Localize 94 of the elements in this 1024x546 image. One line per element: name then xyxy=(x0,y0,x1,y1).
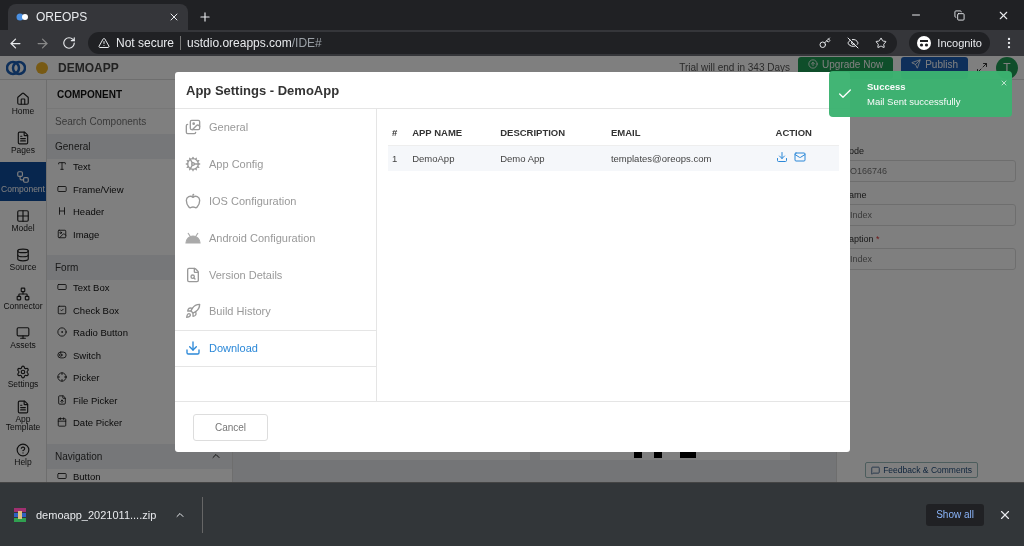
android-icon xyxy=(185,231,201,244)
calendar-icon xyxy=(57,417,67,427)
star-icon[interactable] xyxy=(875,37,888,49)
textbox-icon xyxy=(57,282,67,292)
trial-notice: Trial will end in 343 Days xyxy=(679,62,791,73)
send-icon xyxy=(911,58,922,69)
nav-rail-item[interactable]: Settings xyxy=(0,357,46,396)
table-cell: 1 xyxy=(388,145,409,171)
app-name: DEMOAPP xyxy=(58,60,119,75)
palette-item[interactable]: File Picker xyxy=(47,392,232,415)
archive-icon xyxy=(14,507,26,522)
apple-icon xyxy=(185,193,201,209)
field-label: ode xyxy=(848,146,866,156)
table-cell: DemoApp xyxy=(408,145,497,171)
reload-icon[interactable] xyxy=(62,36,76,50)
column-header: # xyxy=(388,121,409,145)
field-label: ame xyxy=(848,190,868,200)
frame-icon xyxy=(57,183,67,194)
crosshair-icon xyxy=(57,372,67,382)
file-icon xyxy=(57,394,67,405)
incognito-icon xyxy=(917,36,932,50)
field-label: aption * xyxy=(848,234,881,244)
network-icon xyxy=(16,286,30,301)
image-icon xyxy=(57,228,67,239)
panel-title: COMPONENT xyxy=(57,88,122,100)
column-header: DESCRIPTION xyxy=(496,121,607,145)
nav-rail-item[interactable]: Source xyxy=(0,240,46,279)
settings-icon xyxy=(16,364,30,379)
column-header: APP NAME xyxy=(408,121,497,145)
workflow-icon xyxy=(16,169,30,184)
gears-icon xyxy=(185,156,201,173)
nav-rail-item[interactable]: Assets xyxy=(0,318,46,357)
palette-item[interactable]: Button xyxy=(47,468,232,482)
home-icon xyxy=(16,91,30,106)
database-icon xyxy=(16,247,30,262)
heading-icon xyxy=(57,206,67,216)
table-cell: Demo App xyxy=(496,145,607,171)
settings-nav-item[interactable]: Download xyxy=(175,329,376,367)
new-tab-icon[interactable] xyxy=(198,10,212,24)
downloaded-file-chip[interactable]: demoapp_2021011....zip xyxy=(14,496,204,533)
radio-icon xyxy=(57,327,67,337)
rocket-icon xyxy=(185,303,201,320)
favicon-icon xyxy=(16,13,28,21)
address-bar[interactable]: Not secure ustdio.oreapps.com/IDE# xyxy=(88,32,898,54)
nav-rail-item[interactable]: Model xyxy=(0,201,46,240)
download-icon xyxy=(185,340,201,357)
restore-icon[interactable] xyxy=(954,9,965,21)
file-search-icon xyxy=(185,266,201,283)
show-all-button[interactable]: Show all xyxy=(926,503,984,526)
profile-button[interactable]: Incognito xyxy=(909,32,990,54)
upgrade-icon xyxy=(808,58,819,69)
text-icon xyxy=(57,161,67,171)
security-label: Not secure xyxy=(116,36,175,50)
url-text: ustdio.oreapps.com/IDE# xyxy=(187,36,322,50)
toast-message: Mail Sent successfully xyxy=(867,96,961,107)
back-icon[interactable] xyxy=(8,35,23,51)
mail-icon[interactable] xyxy=(793,151,806,164)
nav-rail-item[interactable]: Home xyxy=(0,84,46,123)
nav-rail-item[interactable]: Connector xyxy=(0,279,46,318)
nav-rail-item[interactable]: Help xyxy=(0,435,46,474)
toggle-icon xyxy=(57,349,67,360)
group-title: General xyxy=(55,141,91,152)
file-name: demoapp_2021011....zip xyxy=(36,508,157,521)
warning-icon xyxy=(98,37,110,49)
help-icon xyxy=(16,442,30,457)
group-title: Form xyxy=(55,262,79,273)
forward-icon[interactable] xyxy=(35,35,50,51)
app-logo-icon xyxy=(34,60,50,75)
page-icon xyxy=(16,130,30,145)
eye-off-icon[interactable] xyxy=(847,37,860,49)
images-icon xyxy=(185,119,201,136)
column-header: ACTION xyxy=(771,121,839,145)
table-cell: templates@oreops.com xyxy=(606,145,772,171)
key-icon[interactable] xyxy=(819,37,832,49)
logo-icon xyxy=(6,59,26,76)
monitor-icon xyxy=(16,325,30,340)
nav-rail-item[interactable]: App Template xyxy=(0,396,46,435)
feedback-button[interactable]: Feedback & Comments xyxy=(865,462,978,478)
nav-rail-item[interactable]: Pages xyxy=(0,123,46,162)
comment-icon xyxy=(871,465,881,475)
nav-rail-item[interactable]: Component xyxy=(0,162,46,201)
checkbox-icon xyxy=(57,304,67,315)
column-header: EMAIL xyxy=(606,121,772,145)
download-icon[interactable] xyxy=(775,151,788,164)
toast-title: Success xyxy=(867,81,907,92)
close-tab-icon[interactable] xyxy=(168,11,180,23)
group-title: Navigation xyxy=(55,450,103,462)
cancel-button[interactable]: Cancel xyxy=(193,413,268,441)
browser-tab[interactable]: OREOPS xyxy=(8,4,188,30)
tab-title: OREOPS xyxy=(36,10,88,24)
document-icon xyxy=(16,399,30,414)
button-icon xyxy=(57,470,67,481)
grid-icon xyxy=(16,208,30,223)
palette-item[interactable]: Picker xyxy=(47,370,232,393)
